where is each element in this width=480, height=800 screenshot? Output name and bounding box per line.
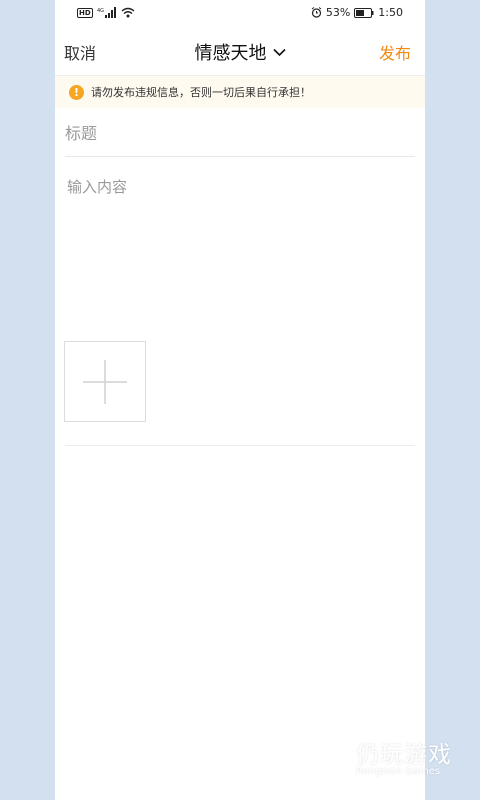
category-selector[interactable]: 情感天地 xyxy=(195,39,286,65)
warning-banner: ! 请勿发布违规信息，否则一切后果自行承担！ xyxy=(55,76,425,108)
title-wrap: 情感天地 xyxy=(55,39,425,65)
warning-text: 请勿发布违规信息，否则一切后果自行承担！ xyxy=(91,86,311,99)
hd-icon: HD xyxy=(77,7,93,18)
watermark: 仍玩游戏 Rengwan Games xyxy=(306,735,466,785)
top-nav-bar: 取消 情感天地 发布 xyxy=(55,27,425,76)
watermark-name: 仍玩游戏 xyxy=(356,742,452,768)
alarm-icon xyxy=(311,7,322,18)
svg-text:4G: 4G xyxy=(97,8,104,14)
publish-button[interactable]: 发布 xyxy=(379,40,411,64)
status-time: 1:50 xyxy=(378,6,403,19)
chevron-down-icon xyxy=(272,48,286,56)
phone-screen: HD 4G 53% 1:50 取消 情感天地 发布 ! 请勿发布违规信息，否则一… xyxy=(55,0,425,800)
status-left: HD 4G xyxy=(77,7,135,18)
status-right: 53% 1:50 xyxy=(311,6,403,19)
divider xyxy=(65,445,415,446)
wifi-icon xyxy=(121,7,135,18)
signal-icon: 4G xyxy=(97,7,116,18)
warning-icon: ! xyxy=(69,84,84,100)
plus-icon xyxy=(83,360,127,404)
watermark-subtitle: Rengwan Games xyxy=(356,766,441,777)
battery-percent: 53% xyxy=(325,6,351,19)
content-input[interactable] xyxy=(67,176,413,326)
page-title: 情感天地 xyxy=(194,43,267,64)
battery-icon xyxy=(354,7,374,18)
add-image-button[interactable] xyxy=(64,341,146,422)
title-input[interactable] xyxy=(65,114,413,152)
status-bar: HD 4G 53% 1:50 xyxy=(55,0,425,27)
divider xyxy=(65,156,415,157)
watermark-logo-icon xyxy=(310,741,348,775)
